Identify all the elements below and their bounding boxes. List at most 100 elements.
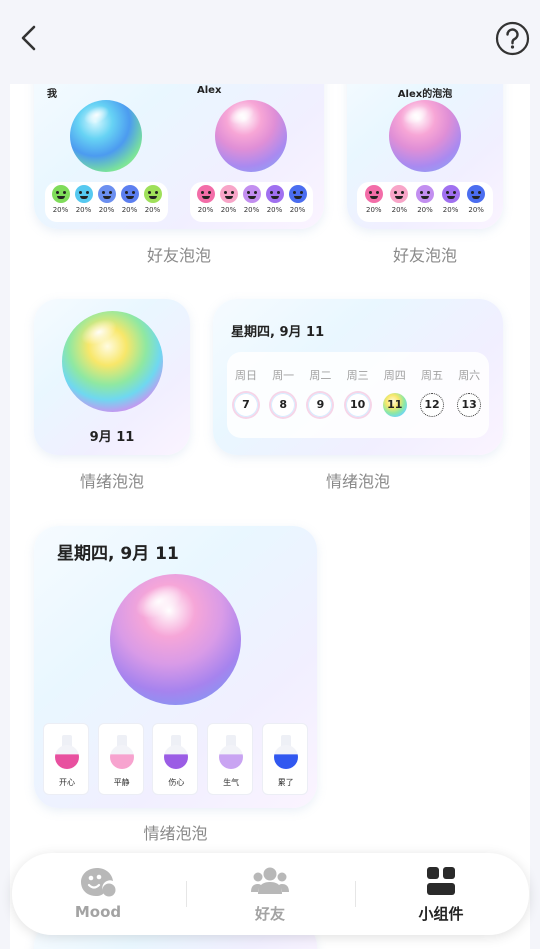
mood-emoji-item: 20% [440,185,462,214]
mood-emoji-item: 20% [414,185,436,214]
emoji-face-icon [97,185,116,203]
widget-caption: 情绪泡泡 [143,824,208,843]
mood-face-icon [81,868,116,897]
emoji-face-icon [196,185,215,203]
emoji-percent: 20% [366,206,382,214]
widget-caption: 情绪泡泡 [79,472,144,491]
week-day-name: 周一 [272,369,295,382]
week-day-column[interactable]: 周一 8 [268,367,298,417]
emoji-percent: 20% [197,206,214,214]
mood-emoji-item: 20% [50,185,72,214]
emoji-face-icon [51,185,70,203]
mood-flask-card[interactable]: 开心 [43,723,89,795]
my-mood-bubble [70,100,142,172]
week-day-number: 7 [234,393,258,417]
top-bar [0,0,540,84]
week-day-name: 周三 [346,369,369,382]
mood-bubble-widget-small[interactable]: 9月 11 [34,299,190,455]
emoji-face-icon [74,185,93,203]
today-mood-bubble [62,311,163,412]
week-day-column[interactable]: 周三 10 [343,367,373,417]
widget-caption: 好友泡泡 [146,246,211,265]
mood-emoji-item: 20% [218,185,240,214]
friend-bubble-widget-wide[interactable]: 我 Alex 20% 20% 20% 20% 20% 20% 20% 20% 20% 20% [34,84,324,229]
emoji-face-icon [120,185,139,203]
emoji-face-icon [265,185,284,203]
flask-label: 伤心 [168,778,185,787]
question-circle-icon[interactable] [495,21,530,56]
alex-mood-bubble [215,100,287,172]
mood-flask-card[interactable]: 生气 [207,723,254,795]
flask-liquid [55,745,79,769]
week-day-column[interactable]: 周二 9 [305,367,335,417]
week-day-name: 周五 [421,369,443,382]
emoji-percent: 20% [121,206,138,214]
today-mood-bubble [110,574,241,705]
mood-emoji-item: 20% [465,185,487,214]
tab-widgets[interactable]: 小组件 [355,853,527,935]
mood-emoji-item: 20% [142,185,164,214]
flask-liquid [273,745,298,769]
mood-emoji-item: 20% [195,185,217,214]
friend-bubble-widget-small[interactable]: Alex的泡泡 20% 20% 20% 20% 20% [347,84,503,229]
week-day-number: 10 [345,393,370,417]
mood-emoji-item: 20% [119,185,141,214]
emoji-percent: 20% [417,206,433,214]
tab-widgets-label: 小组件 [418,905,464,923]
mood-flask-card[interactable]: 平静 [97,723,144,795]
emoji-percent: 20% [75,206,92,214]
emoji-percent: 20% [220,206,237,214]
emoji-percent: 20% [52,206,69,214]
flask-label: 平静 [113,778,130,787]
emoji-face-icon [242,185,261,203]
week-day-name: 周四 [383,369,406,382]
week-day-number: 8 [271,393,296,417]
large-widget-title: 星期四, 9月 11 [57,544,179,564]
week-day-column[interactable]: 周日 7 [231,367,261,417]
flask-liquid [219,745,244,769]
tab-mood[interactable]: Mood [12,853,184,935]
emoji-percent: 20% [289,206,306,214]
alex-mood-bubble [389,100,461,172]
mood-emoji-item: 20% [388,185,410,214]
week-day-column[interactable]: 周六 13 [454,367,484,417]
emoji-face-icon [415,185,434,203]
mood-emoji-item: 20% [241,185,263,214]
week-day-number: 11 [382,393,407,417]
widget-caption: 好友泡泡 [392,246,457,265]
emoji-percent: 20% [442,206,459,214]
emoji-face-icon [441,185,460,203]
emoji-face-icon [467,185,486,203]
alex-emoji-strip: 20% 20% 20% 20% 20% [357,182,493,222]
flask-label: 开心 [59,778,75,787]
mood-emoji-item: 20% [73,185,95,214]
week-day-column[interactable]: 周五 12 [417,367,447,417]
week-widget-title: 星期四, 9月 11 [231,325,325,340]
emoji-face-icon [143,185,162,203]
flask-label: 生气 [223,778,240,787]
mood-bubble-widget-large[interactable]: 星期四, 9月 11 开心 平静 伤心 生气 累了 [34,526,317,808]
week-day-number: 9 [308,393,333,417]
emoji-face-icon [219,185,238,203]
emoji-percent: 20% [144,206,161,214]
my-emoji-strip: 20% 20% 20% 20% 20% [45,182,168,222]
mood-emoji-item: 20% [287,185,309,214]
mood-emoji-item: 20% [363,185,385,214]
tab-friends[interactable]: 好友 [184,853,356,935]
flask-liquid [109,745,134,769]
mood-bubble-widget-week[interactable]: 星期四, 9月 11 周日 7 周一 8 周二 9 周三 10 周四 11 周五 12 周六 13 [213,299,503,455]
alex-emoji-strip: 20% 20% 20% 20% 20% [190,182,313,222]
widget-gallery: 我 Alex 20% 20% 20% 20% 20% 20% 20% 20% 20% 20% 好… [10,84,530,949]
mood-flask-card[interactable]: 伤心 [152,723,199,795]
friend-name-alex: Alex [197,85,222,96]
emoji-percent: 20% [266,206,283,214]
emoji-percent: 20% [391,206,408,214]
mood-flask-card[interactable]: 累了 [261,723,308,795]
chevron-left-icon[interactable] [14,22,46,54]
week-day-column[interactable]: 周四 11 [380,367,410,417]
friend-name-me: 我 [47,89,57,100]
tab-mood-label: Mood [74,903,122,921]
mood-emoji-item: 20% [264,185,286,214]
widget-date: 9月 11 [89,430,135,445]
week-panel: 周日 7 周一 8 周二 9 周三 10 周四 11 周五 12 周六 13 [227,352,489,438]
